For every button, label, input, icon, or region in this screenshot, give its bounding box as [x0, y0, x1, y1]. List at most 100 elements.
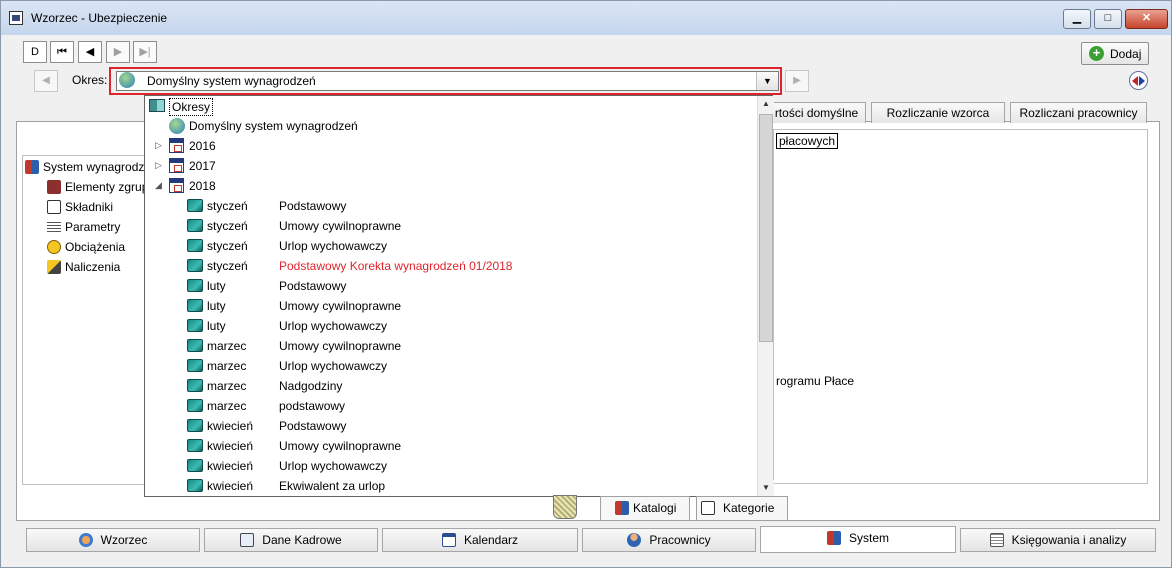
- period-description: Podstawowy: [279, 419, 347, 433]
- period-row[interactable]: styczeń Podstawowy Korekta wynagrodzeń 01…: [145, 256, 756, 276]
- period-row[interactable]: marzec podstawowy: [145, 396, 756, 416]
- scroll-up-arrow[interactable]: ▲: [758, 96, 774, 112]
- period-row[interactable]: styczeń Umowy cywilnoprawne: [145, 216, 756, 236]
- tree-icon: [826, 531, 841, 545]
- tab-employees[interactable]: Pracownicy: [582, 528, 756, 552]
- period-month: marzec: [207, 339, 247, 353]
- tab-hr-data[interactable]: Dane Kadrowe: [204, 528, 378, 552]
- period-prev-button[interactable]: ◀: [34, 70, 58, 92]
- tree-item-parameters[interactable]: Parametry: [47, 220, 120, 234]
- category-list-icon: [701, 501, 715, 515]
- first-record-button[interactable]: ⏮: [50, 41, 74, 63]
- tree-item-group-elements[interactable]: Elementy zgrup: [47, 180, 148, 194]
- book-icon: [187, 439, 203, 452]
- tree-root-okresy[interactable]: Okresy: [145, 96, 756, 116]
- scroll-down-arrow[interactable]: ▼: [758, 480, 774, 496]
- tab-system[interactable]: System: [760, 526, 956, 553]
- tab-template[interactable]: Wzorzec: [26, 528, 200, 552]
- tree-year-2016[interactable]: ▷ 2016: [145, 136, 756, 156]
- period-month: marzec: [207, 359, 247, 373]
- period-month: styczeń: [207, 199, 248, 213]
- period-row[interactable]: kwiecień Ekwiwalent za urlop: [145, 476, 756, 496]
- tab-default-values[interactable]: rtości domyślne: [767, 102, 866, 123]
- new-record-button[interactable]: D: [23, 41, 47, 63]
- tab-categories-label: Kategorie: [723, 501, 775, 515]
- tree-root-label: Okresy: [169, 98, 214, 116]
- period-row[interactable]: luty Umowy cywilnoprawne: [145, 296, 756, 316]
- tree-year-2018[interactable]: ◢ 2018: [145, 176, 756, 196]
- period-label: Okres:: [72, 73, 108, 87]
- period-month: marzec: [207, 379, 247, 393]
- period-row[interactable]: marzec Urlop wychowawczy: [145, 356, 756, 376]
- detail-line: rogramu Płace: [776, 374, 855, 388]
- scroll-thumb[interactable]: [759, 114, 773, 342]
- period-row[interactable]: marzec Umowy cywilnoprawne: [145, 336, 756, 356]
- tree-item-components[interactable]: Składniki: [47, 200, 113, 214]
- tab-template-label: Wzorzec: [100, 533, 148, 547]
- add-plus-icon: +: [1089, 46, 1104, 61]
- calendar-icon: [169, 158, 184, 173]
- period-next-button[interactable]: ▶: [785, 70, 809, 92]
- tab-employees-settlement[interactable]: Rozliczani pracownicy: [1010, 102, 1147, 123]
- period-description: Podstawowy: [279, 279, 347, 293]
- period-description: Urlop wychowawczy: [279, 239, 388, 253]
- navigate-circle-icon[interactable]: [1129, 71, 1148, 90]
- tab-template-settlement[interactable]: Rozliczanie wzorca: [871, 102, 1005, 123]
- period-row[interactable]: kwiecień Podstawowy: [145, 416, 756, 436]
- tree-item-accruals[interactable]: Naliczenia: [47, 260, 120, 274]
- period-row[interactable]: kwiecień Urlop wychowawczy: [145, 456, 756, 476]
- components-icon: [47, 200, 61, 214]
- maximize-button[interactable]: □: [1094, 9, 1122, 29]
- tab-accounting-label: Księgowania i analizy: [1011, 533, 1127, 547]
- period-description: Urlop wychowawczy: [279, 459, 388, 473]
- add-button-label: Dodaj: [1110, 47, 1142, 61]
- minimize-button[interactable]: ▁: [1063, 9, 1091, 29]
- period-row[interactable]: luty Podstawowy: [145, 276, 756, 296]
- tree-item-charges[interactable]: Obciążenia: [47, 240, 125, 254]
- tree-label-charges: Obciążenia: [65, 240, 126, 254]
- tree-label-parameters: Parametry: [65, 220, 121, 234]
- expand-icon[interactable]: ▷: [155, 140, 162, 151]
- tab-categories[interactable]: Kategorie: [696, 496, 788, 521]
- book-icon: [187, 379, 203, 392]
- system-icon: [25, 160, 39, 174]
- tree-label-system: System wynagrodz: [43, 160, 145, 174]
- book-icon: [187, 419, 203, 432]
- tree-label-components: Składniki: [65, 200, 114, 214]
- parameters-icon: [47, 220, 61, 234]
- tree-year-2017[interactable]: ▷ 2017: [145, 156, 756, 176]
- period-row[interactable]: styczeń Podstawowy: [145, 196, 756, 216]
- period-description: Umowy cywilnoprawne: [279, 339, 402, 353]
- tab-hr-data-label: Dane Kadrowe: [262, 533, 342, 547]
- add-button[interactable]: + Dodaj: [1081, 42, 1149, 65]
- accruals-icon: [47, 260, 61, 274]
- book-icon: [187, 279, 203, 292]
- dropdown-scrollbar[interactable]: ▲ ▼: [757, 96, 774, 496]
- person-icon: [627, 533, 642, 547]
- tab-calendar[interactable]: Kalendarz: [382, 528, 578, 552]
- calendar-icon: [441, 533, 456, 547]
- tab-catalogs-label: Katalogi: [633, 501, 677, 515]
- book-icon: [187, 339, 203, 352]
- next-record-button[interactable]: ▶: [106, 41, 130, 63]
- close-button[interactable]: ✕: [1125, 9, 1168, 29]
- tab-employees-label: Pracownicy: [649, 533, 711, 547]
- prev-record-button[interactable]: ◀: [78, 41, 102, 63]
- tree-item-system[interactable]: System wynagrodz: [25, 160, 144, 174]
- tab-accounting[interactable]: Księgowania i analizy: [960, 528, 1156, 552]
- period-dropdown-list[interactable]: Okresy Domyślny system wynagrodzeń ▷ 201…: [144, 95, 774, 497]
- period-row[interactable]: styczeń Urlop wychowawczy: [145, 236, 756, 256]
- period-month: kwiecień: [207, 419, 254, 433]
- tab-catalogs[interactable]: Katalogi: [600, 496, 690, 521]
- period-dropdown-button[interactable]: ▼: [756, 72, 778, 90]
- period-row[interactable]: kwiecień Umowy cywilnoprawne: [145, 436, 756, 456]
- book-icon: [187, 479, 203, 492]
- expand-icon[interactable]: ▷: [155, 160, 162, 171]
- last-record-button[interactable]: ▶|: [133, 41, 157, 63]
- period-row[interactable]: marzec Nadgodziny: [145, 376, 756, 396]
- detail-header: płacowych: [776, 133, 839, 149]
- book-icon: [187, 219, 203, 232]
- period-row[interactable]: luty Urlop wychowawczy: [145, 316, 756, 336]
- collapse-icon[interactable]: ◢: [155, 180, 162, 191]
- tree-item-default-system[interactable]: Domyślny system wynagrodzeń: [145, 116, 756, 136]
